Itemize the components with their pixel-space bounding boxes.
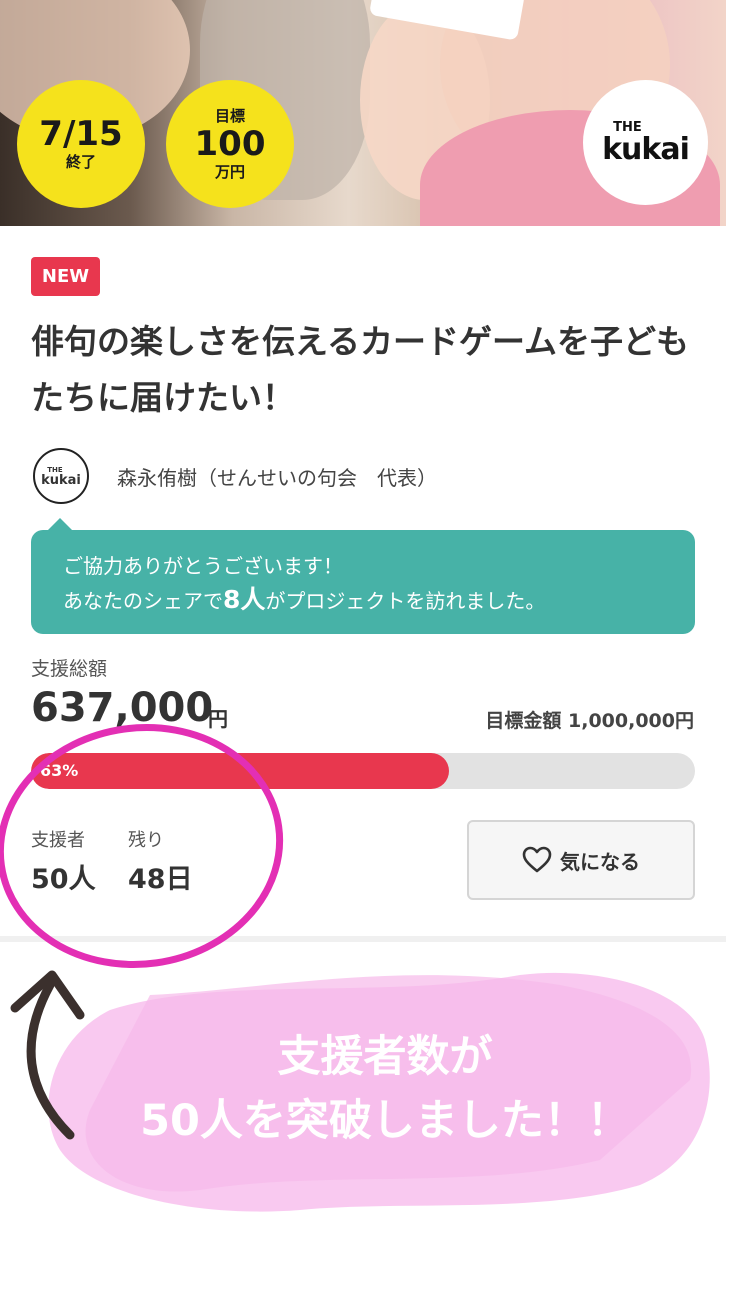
goal-badge: 目標 100 万円 [166, 80, 294, 208]
remaining-days: 48日 [128, 864, 193, 895]
owner-logo-name: kukai [41, 472, 81, 488]
total-currency: 円 [208, 707, 228, 731]
progress-percent: 63% [40, 761, 79, 780]
share-visitor-count: 8人 [223, 585, 266, 614]
owner-avatar[interactable]: THE kukai [33, 448, 89, 504]
end-date: 7/15 [39, 114, 123, 154]
owner-name[interactable]: 森永侑樹（せんせいの句会 代表） [117, 462, 437, 491]
remaining-label: 残り [128, 830, 164, 851]
goal-badge-unit: 万円 [214, 163, 245, 181]
goal-badge-amount: 100 [194, 124, 266, 164]
end-date-badge: 7/15 終了 [17, 80, 145, 208]
new-badge: NEW [31, 257, 100, 296]
total-label: 支援総額 [31, 658, 108, 680]
supporters-count: 50人 [31, 864, 96, 895]
arrow-head-icon [10, 970, 85, 1020]
supporters-label: 支援者 [31, 830, 85, 851]
goal-badge-label: 目標 [214, 107, 245, 125]
hero-image: 7/15 終了 目標 100 万円 THE kukai [0, 0, 726, 226]
project-title: 俳句の楽しさを伝えるカードゲームを子どもたちに届けたい！ [31, 322, 690, 417]
milestone-announcement: 支援者数が 50人を突破しました！！ [140, 1032, 630, 1146]
progress-fill [31, 753, 450, 789]
favorite-label: 気になる [560, 849, 640, 874]
share-line-2-suffix: がプロジェクトを訪れました。 [265, 589, 546, 613]
section-divider [0, 936, 726, 942]
goal-amount: 目標金額 1,000,000円 [485, 710, 694, 732]
favorite-button[interactable]: 気になる [467, 820, 695, 900]
logo-name: kukai [602, 131, 690, 167]
kukai-logo: THE kukai [583, 80, 708, 205]
share-line-2-prefix: あなたのシェアで [63, 589, 223, 613]
progress-bar [31, 753, 695, 789]
total-amount: 637,000 [31, 685, 214, 731]
share-line-1: ご協力ありがとうございます！ [63, 554, 343, 578]
end-date-label: 終了 [65, 153, 96, 171]
heart-icon [522, 846, 552, 873]
share-line-2: あなたのシェアで8人がプロジェクトを訪れました。 [63, 583, 663, 618]
share-thanks-message: ご協力ありがとうございます！ あなたのシェアで8人がプロジェクトを訪れました。 [31, 518, 695, 634]
